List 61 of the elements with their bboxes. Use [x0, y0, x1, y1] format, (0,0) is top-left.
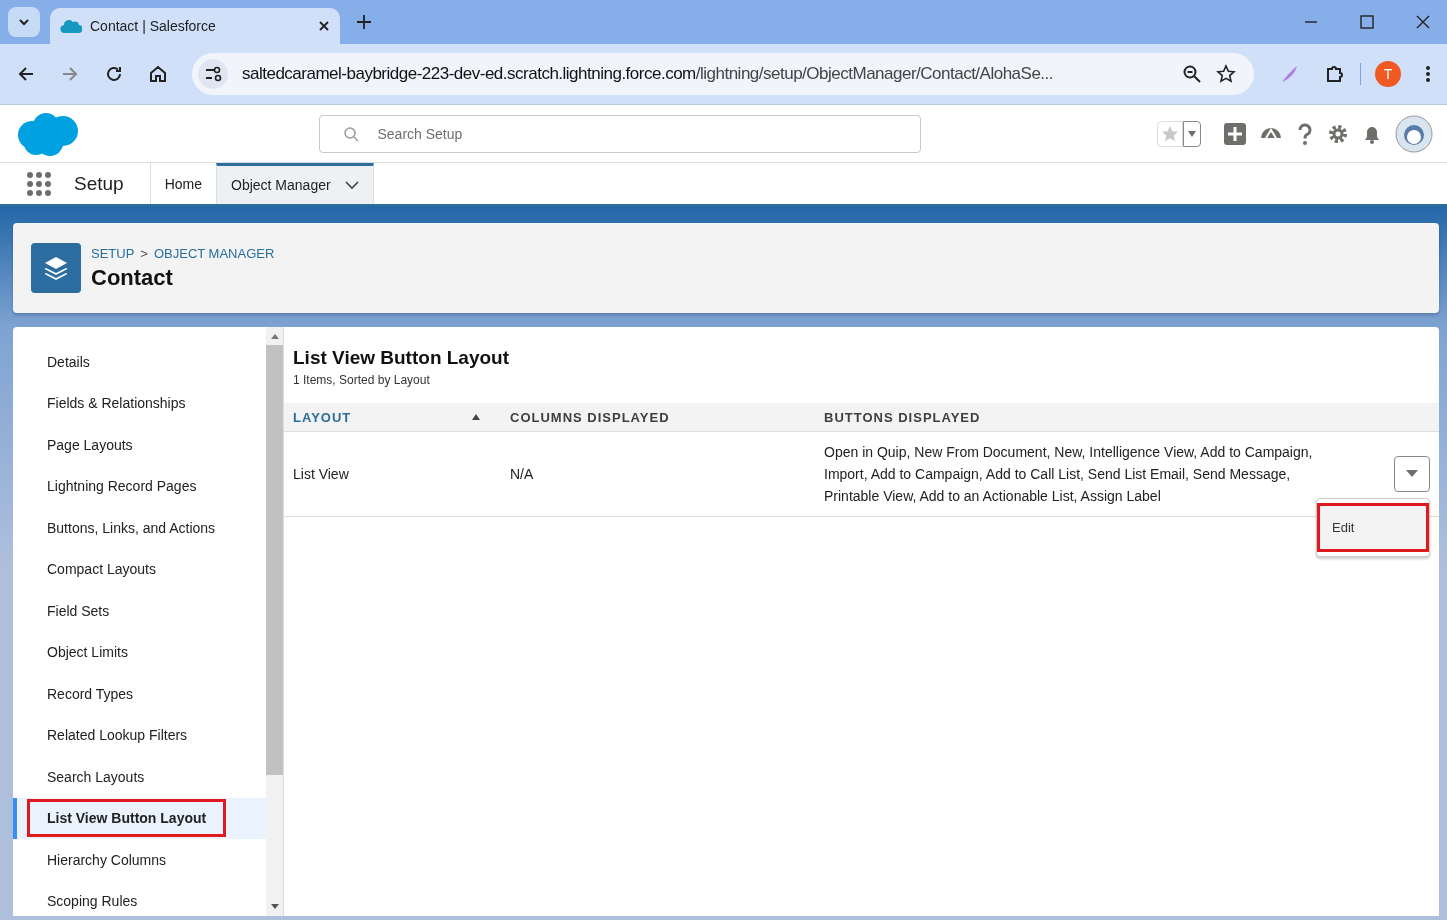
settings-icon[interactable]: [1327, 122, 1349, 145]
column-header[interactable]: COLUMNS DISPLAYED: [501, 409, 815, 425]
sidebar-item[interactable]: Buttons, Links, and Actions: [13, 507, 266, 549]
app-launcher-icon[interactable]: [26, 170, 52, 197]
close-icon[interactable]: [1415, 14, 1431, 30]
sidebar-item[interactable]: Search Layouts: [13, 756, 266, 798]
sidebar-item[interactable]: Fields & Relationships: [13, 382, 266, 424]
close-icon[interactable]: [318, 20, 330, 32]
column-header[interactable]: BUTTONS DISPLAYED: [815, 409, 1355, 425]
sidebar-item[interactable]: List View Button Layout: [13, 797, 266, 839]
sidebar-item[interactable]: Record Types: [13, 673, 266, 715]
menu-item[interactable]: Edit: [1317, 503, 1429, 552]
sidebar-item[interactable]: Lightning Record Pages: [13, 465, 266, 507]
column-header[interactable]: LAYOUT: [284, 409, 501, 425]
favorites-dropdown[interactable]: [1183, 120, 1201, 147]
sidebar-item[interactable]: Scoping Rules: [13, 880, 266, 916]
section-subtitle: 1 Items, Sorted by Layout: [292, 372, 431, 389]
sidebar-item[interactable]: Compact Layouts: [13, 548, 266, 590]
more-menu-icon[interactable]: [1425, 64, 1431, 84]
row-actions-button[interactable]: [1394, 456, 1430, 492]
table-cell-text: List View: [292, 465, 350, 484]
search-icon: [342, 125, 359, 142]
new-tab-icon[interactable]: [356, 14, 372, 30]
table-cell-text: N/A: [509, 465, 535, 484]
avatar-icon[interactable]: [1395, 114, 1433, 153]
zoom-icon[interactable]: [1182, 64, 1202, 84]
breadcrumb-separator: >: [140, 245, 148, 261]
sidebar-item[interactable]: Hierarchy Columns: [13, 839, 266, 881]
breadcrumb-link[interactable]: OBJECT MANAGER: [153, 245, 275, 261]
site-settings-icon[interactable]: [198, 59, 228, 89]
sidebar-item[interactable]: Field Sets: [13, 590, 266, 632]
maximize-icon[interactable]: [1359, 14, 1375, 30]
browser-tab[interactable]: Contact | Salesforce: [50, 8, 340, 44]
reload-icon[interactable]: [104, 64, 124, 84]
sidebar-item[interactable]: Object Limits: [13, 631, 266, 673]
layers-icon: [31, 243, 81, 293]
caret-icon: [1187, 129, 1197, 138]
app-name: Setup: [74, 172, 124, 195]
nav-tab[interactable]: Object Manager: [216, 163, 374, 204]
caret-icon: [1406, 470, 1418, 478]
cloud-icon: [60, 18, 82, 34]
section-title: List View Button Layout: [292, 346, 511, 369]
scroll-down-icon[interactable]: [269, 904, 280, 910]
home-icon[interactable]: [148, 64, 168, 84]
puzzle-icon[interactable]: [1324, 63, 1346, 85]
page-title: Contact: [91, 264, 174, 291]
breadcrumb-link[interactable]: SETUP: [91, 245, 135, 261]
scrollbar[interactable]: [266, 327, 283, 916]
chevron-down-icon[interactable]: [344, 178, 359, 192]
tab-title: Contact | Salesforce: [90, 18, 217, 34]
scroll-up-icon[interactable]: [269, 333, 280, 339]
tab-list-button[interactable]: [8, 7, 40, 37]
sidebar-item[interactable]: Details: [13, 341, 266, 383]
sidebar-item[interactable]: Page Layouts: [13, 424, 266, 466]
url-text: saltedcaramel-baybridge-223-dev-ed.scratch.lightning.force.com/lightning/setup/ObjectManager/Contact/AlohaSe...: [242, 64, 1055, 84]
search-field[interactable]: Search Setup: [318, 114, 921, 153]
star-icon[interactable]: [1216, 64, 1236, 84]
sidebar-item[interactable]: Related Lookup Filters: [13, 714, 266, 756]
add-icon[interactable]: [1223, 121, 1247, 146]
address-bar[interactable]: saltedcaramel-baybridge-223-dev-ed.scratch.lightning.force.com/lightning/setup/ObjectManager/Contact/AlohaSe...: [192, 53, 1254, 95]
table-cell-text: Open in Quip, New From Document, New, Intelligence View, Add to Campaign, Import, Add to Campaign, Add to Call List, Send List Email, Send Message, Printable View, Add to an Actionable List, Assign Label: [823, 443, 1314, 506]
